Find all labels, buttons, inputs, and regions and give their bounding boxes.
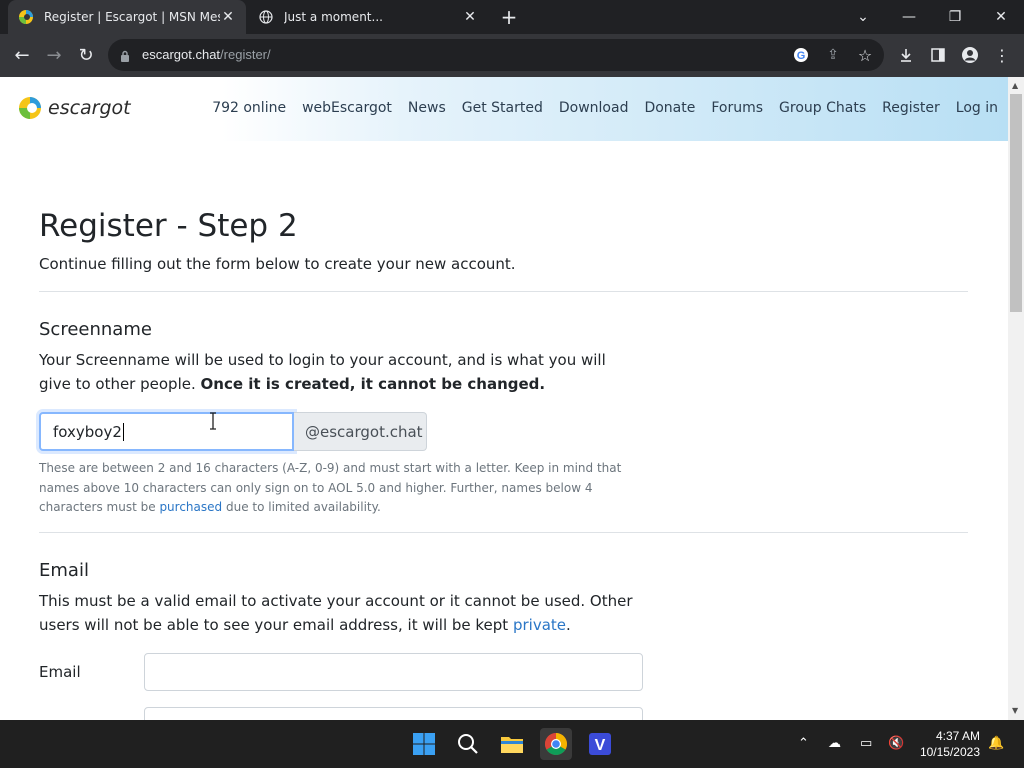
nav-download[interactable]: Download bbox=[559, 100, 629, 116]
tab-title: Just a moment... bbox=[284, 10, 383, 24]
clock-date: 10/15/2023 bbox=[919, 745, 980, 759]
tab-title: Register | Escargot | MSN Messe bbox=[44, 10, 220, 24]
text-caret bbox=[122, 422, 124, 441]
close-tab-icon[interactable]: ✕ bbox=[462, 9, 478, 25]
lock-icon[interactable] bbox=[120, 48, 130, 67]
notification-bell-icon[interactable]: 🔔 bbox=[988, 736, 1004, 751]
onedrive-icon[interactable]: ☁ bbox=[828, 736, 841, 751]
forward-icon[interactable]: → bbox=[40, 41, 68, 69]
purchased-link[interactable]: purchased bbox=[159, 500, 222, 514]
minimize-icon[interactable]: — bbox=[886, 0, 932, 34]
screenname-input-group: foxyboy2 @escargot.chat bbox=[36, 409, 427, 454]
screenname-desc-bold: Once it is created, it cannot be changed… bbox=[200, 375, 546, 393]
scrollbar-thumb[interactable] bbox=[1010, 94, 1022, 312]
v-app-icon[interactable]: V bbox=[584, 728, 616, 760]
nav-webescargot[interactable]: webEscargot bbox=[302, 100, 392, 116]
system-clock[interactable]: 4:37 AM 10/15/2023 bbox=[920, 728, 980, 760]
file-explorer-icon[interactable] bbox=[496, 728, 528, 760]
confirm-email-input[interactable] bbox=[144, 707, 643, 720]
close-tab-icon[interactable]: ✕ bbox=[220, 9, 236, 25]
restore-icon[interactable]: ❐ bbox=[932, 0, 978, 34]
nav-online-count[interactable]: 792 online bbox=[212, 100, 286, 116]
screenname-help: These are between 2 and 16 characters (A… bbox=[39, 459, 639, 518]
page-title: Register - Step 2 bbox=[39, 208, 298, 244]
divider bbox=[39, 532, 968, 533]
nav-log-in[interactable]: Log in bbox=[956, 100, 998, 116]
windows-start-icon[interactable] bbox=[408, 728, 440, 760]
chrome-taskbar-icon[interactable] bbox=[540, 728, 572, 760]
nav-group-chats[interactable]: Group Chats bbox=[779, 100, 866, 116]
volume-icon[interactable]: 🔇 bbox=[888, 736, 904, 751]
bookmark-star-icon[interactable]: ☆ bbox=[856, 46, 874, 65]
logo-text: escargot bbox=[48, 97, 131, 119]
email-description: This must be a valid email to activate y… bbox=[39, 589, 639, 637]
escargot-favicon-icon bbox=[18, 9, 34, 25]
google-icon[interactable]: G bbox=[792, 46, 810, 64]
globe-icon bbox=[258, 9, 274, 25]
nav-forums[interactable]: Forums bbox=[711, 100, 763, 116]
site-header: escargot 792 online webEscargot News Get… bbox=[0, 77, 1008, 141]
svg-text:V: V bbox=[595, 737, 606, 754]
svg-text:G: G bbox=[797, 50, 806, 62]
url-path: /register/ bbox=[220, 47, 271, 62]
new-tab-icon[interactable]: + bbox=[498, 6, 520, 28]
email-heading: Email bbox=[39, 560, 89, 581]
domain-suffix: @escargot.chat bbox=[294, 412, 427, 451]
nav-get-started[interactable]: Get Started bbox=[462, 100, 543, 116]
tab-search-chevron-icon[interactable]: ⌄ bbox=[840, 0, 886, 34]
page-scrollbar[interactable]: ▲ ▼ bbox=[1008, 77, 1024, 720]
screenname-heading: Screenname bbox=[39, 319, 152, 340]
menu-kebab-icon[interactable]: ⋮ bbox=[990, 44, 1014, 66]
tab-register[interactable]: Register | Escargot | MSN Messe ✕ bbox=[8, 0, 246, 34]
close-window-icon[interactable]: ✕ bbox=[978, 0, 1024, 34]
share-icon[interactable]: ⇪ bbox=[824, 46, 842, 64]
search-icon[interactable] bbox=[452, 728, 484, 760]
nav-register[interactable]: Register bbox=[882, 100, 940, 116]
url-host: escargot.chat bbox=[142, 47, 221, 62]
screenname-description: Your Screenname will be used to login to… bbox=[39, 348, 639, 396]
scroll-up-icon[interactable]: ▲ bbox=[1012, 81, 1018, 90]
side-panel-icon[interactable] bbox=[926, 44, 950, 66]
site-nav: 792 online webEscargot News Get Started … bbox=[196, 100, 998, 116]
network-icon[interactable]: ▭ bbox=[860, 736, 872, 751]
email-desc-tail: . bbox=[566, 616, 571, 634]
nav-donate[interactable]: Donate bbox=[644, 100, 695, 116]
private-link[interactable]: private bbox=[513, 616, 566, 634]
escargot-logo-icon bbox=[19, 97, 41, 119]
url-text[interactable]: escargot.chat/register/ bbox=[142, 47, 271, 62]
email-label: Email bbox=[39, 663, 81, 681]
back-icon[interactable]: ← bbox=[8, 41, 36, 69]
nav-news[interactable]: News bbox=[408, 100, 446, 116]
screenname-value: foxyboy2 bbox=[53, 422, 122, 441]
windows-taskbar: V ⌃ ☁ ▭ 🔇 4:37 AM 10/15/2023 🔔 bbox=[0, 720, 1024, 768]
page-lead: Continue filling out the form below to c… bbox=[39, 255, 516, 273]
email-input[interactable] bbox=[144, 653, 643, 691]
tab-strip: Register | Escargot | MSN Messe ✕ Just a… bbox=[0, 0, 1024, 34]
profile-avatar-icon[interactable] bbox=[958, 44, 982, 66]
screenname-input[interactable]: foxyboy2 bbox=[36, 409, 297, 454]
address-bar[interactable]: escargot.chat/register/ G ⇪ ☆ bbox=[108, 39, 884, 71]
divider bbox=[39, 291, 968, 292]
ibeam-cursor-icon bbox=[210, 412, 216, 430]
download-icon[interactable] bbox=[894, 44, 918, 66]
help-tail: due to limited availability. bbox=[225, 500, 381, 514]
site-logo[interactable]: escargot bbox=[18, 96, 131, 120]
tray-chevron-icon[interactable]: ⌃ bbox=[798, 736, 809, 751]
clock-time: 4:37 AM bbox=[935, 729, 980, 743]
page-viewport: escargot 792 online webEscargot News Get… bbox=[0, 77, 1024, 720]
reload-icon[interactable]: ↻ bbox=[72, 41, 100, 69]
scroll-down-icon[interactable]: ▼ bbox=[1012, 706, 1018, 715]
tab-just-a-moment[interactable]: Just a moment... ✕ bbox=[248, 0, 488, 34]
